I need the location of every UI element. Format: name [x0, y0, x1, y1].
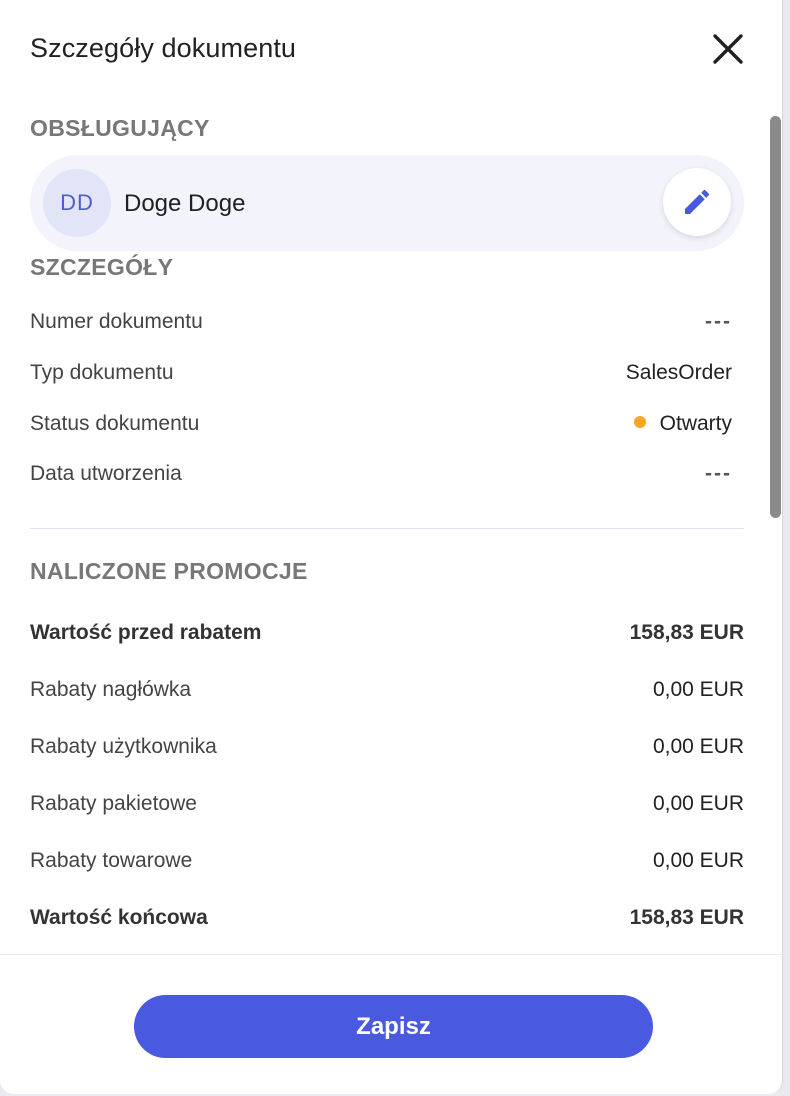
detail-label: Numer dokumentu	[30, 310, 203, 333]
promo-row-final-value: Wartość końcowa 158,83 EUR	[30, 906, 744, 936]
promo-row-header-discounts: Rabaty nagłówka 0,00 EUR	[30, 678, 744, 708]
detail-row-document-number: Numer dokumentu ---	[30, 310, 744, 340]
panel-header: Szczegóły dokumentu	[0, 0, 782, 100]
promo-value: 158,83 EUR	[629, 621, 744, 644]
promo-label: Wartość końcowa	[30, 906, 208, 929]
promo-value: 158,83 EUR	[629, 906, 744, 929]
detail-value: SalesOrder	[625, 361, 732, 384]
promo-value: 0,00 EUR	[652, 792, 744, 815]
detail-label: Data utworzenia	[30, 462, 182, 485]
pencil-icon	[685, 189, 710, 214]
detail-value: ---	[705, 310, 732, 333]
avatar: DD	[43, 169, 111, 237]
detail-row-creation-date: Data utworzenia ---	[30, 462, 744, 492]
detail-label: Typ dokumentu	[30, 361, 174, 384]
promo-value: 0,00 EUR	[652, 849, 744, 872]
detail-row-document-type: Typ dokumentu SalesOrder	[30, 361, 744, 391]
detail-label: Status dokumentu	[30, 412, 200, 435]
promotions-section-title: NALICZONE PROMOCJE	[30, 558, 308, 584]
handler-card: DD Doge Doge	[30, 155, 744, 251]
promo-row-package-discounts: Rabaty pakietowe 0,00 EUR	[30, 792, 744, 822]
promo-label: Rabaty towarowe	[30, 849, 193, 872]
status-value: Otwarty	[633, 412, 732, 436]
page-title: Szczegóły dokumentu	[30, 33, 297, 63]
details-section-title: SZCZEGÓŁY	[30, 254, 174, 280]
promo-value: 0,00 EUR	[652, 735, 744, 758]
scrollbar-thumb[interactable]	[770, 116, 781, 518]
promo-label: Rabaty nagłówka	[30, 678, 192, 701]
promo-value: 0,00 EUR	[652, 678, 744, 701]
close-icon	[713, 34, 743, 64]
vertical-scrollbar[interactable]	[766, 100, 782, 954]
document-details-panel: Szczegóły dokumentu OBSŁUGUJĄCY DD Doge …	[0, 0, 783, 1094]
promo-label: Rabaty użytkownika	[30, 735, 217, 758]
save-button[interactable]: Zapisz	[134, 995, 653, 1058]
handler-section-title: OBSŁUGUJĄCY	[30, 115, 210, 141]
promo-label: Wartość przed rabatem	[30, 621, 262, 644]
edit-handler-button[interactable]	[663, 168, 731, 236]
status-dot-icon	[633, 416, 646, 429]
promo-row-value-before-discount: Wartość przed rabatem 158,83 EUR	[30, 621, 744, 651]
close-button[interactable]	[706, 27, 750, 71]
details-scroll-area[interactable]: OBSŁUGUJĄCY DD Doge Doge SZCZEGÓŁY Numer…	[0, 100, 766, 954]
promo-label: Rabaty pakietowe	[30, 792, 197, 815]
section-divider	[30, 528, 744, 529]
promo-row-item-discounts: Rabaty towarowe 0,00 EUR	[30, 849, 744, 879]
status-badge: Otwarty	[659, 412, 732, 435]
detail-row-document-status: Status dokumentu Otwarty	[30, 412, 744, 442]
handler-name: Doge Doge	[124, 190, 246, 217]
promo-row-user-discounts: Rabaty użytkownika 0,00 EUR	[30, 735, 744, 765]
detail-value: ---	[705, 462, 732, 485]
panel-footer: Zapisz	[0, 954, 782, 1094]
